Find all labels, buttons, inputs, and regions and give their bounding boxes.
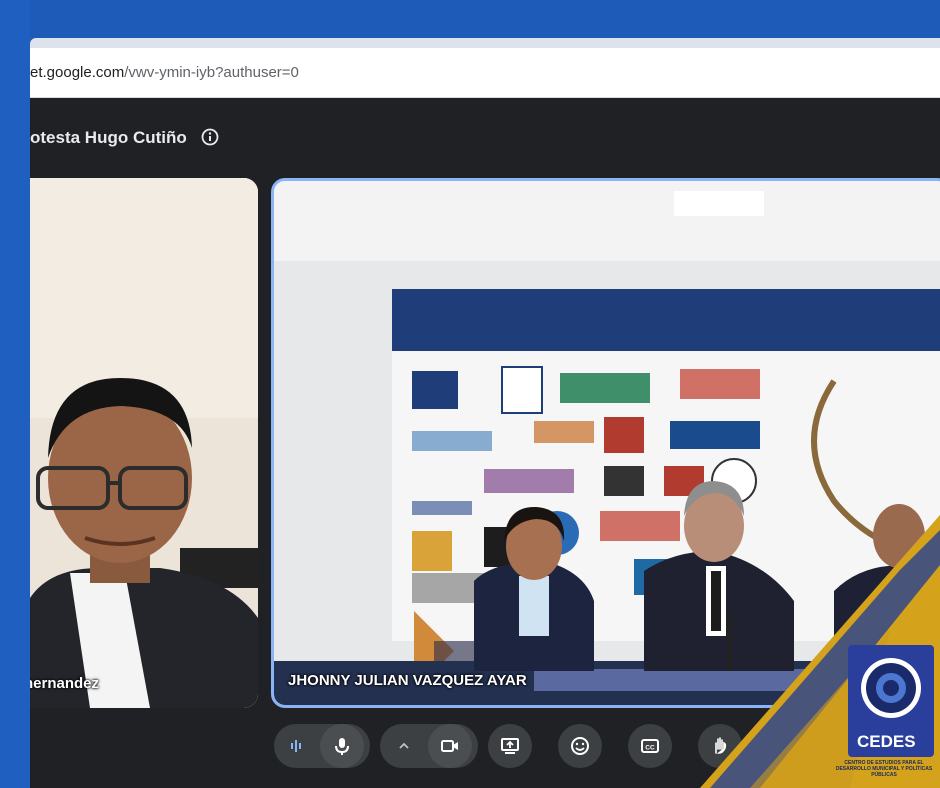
camera-icon: [441, 740, 458, 752]
cedes-logo-name: CEDES: [857, 732, 916, 751]
url-host: et.google.com: [30, 64, 125, 81]
cedes-logo-watermark: CEDES CENTRO DE ESTUDIOS PARA EL DESARRO…: [700, 470, 940, 788]
audio-level-icon: [274, 724, 318, 768]
desktop-background-left: [0, 0, 30, 788]
address-bar[interactable]: et.google.com/vwv-ymin-iyb?authuser=0: [30, 48, 940, 98]
chevron-up-icon: [399, 742, 409, 749]
microphone-button[interactable]: [320, 724, 364, 768]
info-icon[interactable]: [200, 127, 220, 147]
emoji-icon: [571, 737, 589, 755]
participant-tile[interactable]: hernandez: [30, 178, 258, 708]
meeting-title: otesta Hugo Cutiño: [30, 128, 187, 147]
captions-icon: CC: [641, 739, 659, 753]
emoji-button[interactable]: [558, 724, 602, 768]
chevron-up-button[interactable]: [382, 724, 426, 768]
captions-button[interactable]: CC: [628, 724, 672, 768]
camera-button[interactable]: [428, 724, 472, 768]
url-text[interactable]: et.google.com/vwv-ymin-iyb?authuser=0: [30, 64, 299, 81]
url-path: /vwv-ymin-iyb?authuser=0: [124, 64, 299, 81]
participant-name: JHONNY JULIAN VAZQUEZ AYAR: [288, 672, 527, 689]
captions-label: CC: [645, 745, 655, 752]
participant-name: hernandez: [30, 675, 100, 692]
present-screen-icon: [501, 738, 519, 754]
cedes-logo-subtitle: CENTRO DE ESTUDIOS PARA EL DESARROLLO MU…: [835, 760, 933, 778]
present-screen-button[interactable]: [488, 724, 532, 768]
participant-video: [30, 178, 258, 708]
microphone-icon: [335, 738, 349, 755]
